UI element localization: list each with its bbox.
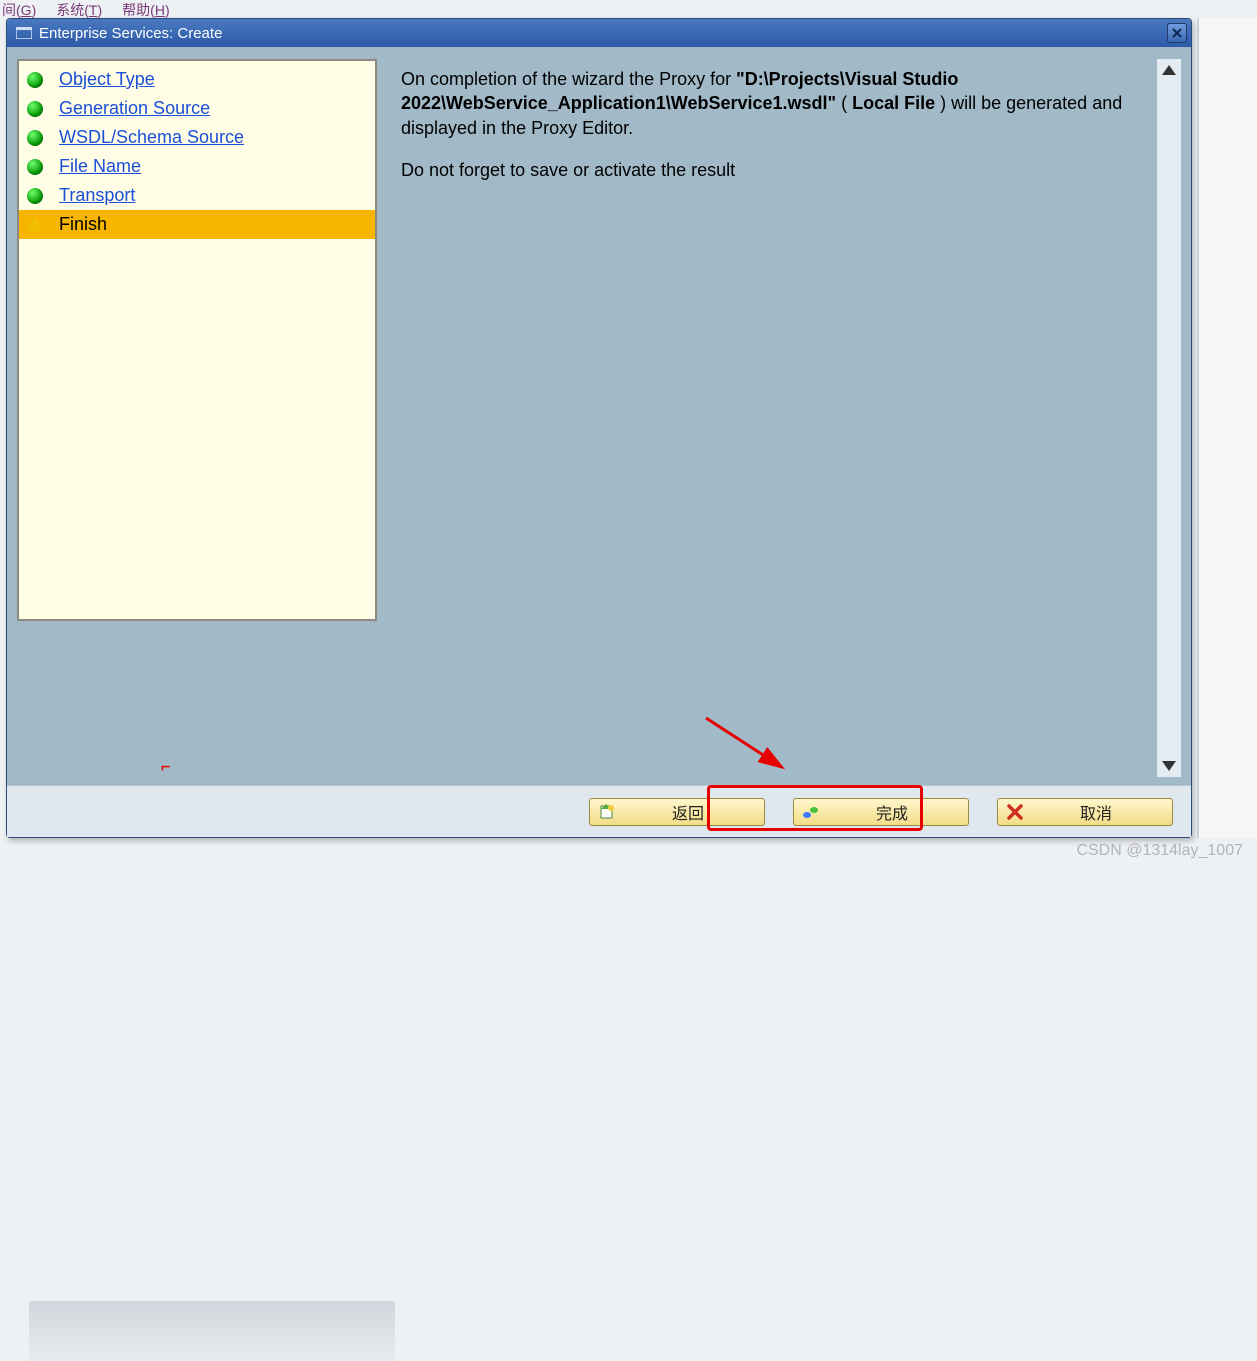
scroll-down-icon[interactable]	[1162, 761, 1176, 771]
menu-item-2[interactable]: 系统(T)	[56, 0, 102, 18]
cancel-button[interactable]: 取消	[997, 798, 1173, 826]
step-generation-source[interactable]: Generation Source	[19, 94, 375, 123]
step-link[interactable]: Generation Source	[59, 98, 210, 119]
status-warning-icon	[27, 217, 43, 231]
left-spacer: ⌐	[17, 621, 377, 777]
wizard-steps-panel: Object Type Generation Source WSDL/Schem…	[17, 59, 377, 621]
status-done-icon	[27, 130, 43, 146]
status-done-icon	[27, 72, 43, 88]
content-paragraph-1: On completion of the wizard the Proxy fo…	[401, 67, 1147, 140]
wizard-content: On completion of the wizard the Proxy fo…	[391, 59, 1157, 777]
back-icon	[598, 804, 616, 820]
step-link[interactable]: File Name	[59, 156, 141, 177]
back-button[interactable]: 返回	[589, 798, 765, 826]
menu-item-3[interactable]: 帮助(H)	[122, 0, 169, 18]
window-icon	[15, 26, 33, 40]
caret-marker: ⌐	[161, 759, 170, 777]
status-done-icon	[27, 188, 43, 204]
content-scrollbar[interactable]	[1157, 59, 1181, 777]
wizard-dialog: Enterprise Services: Create Object Type …	[6, 18, 1192, 838]
step-finish[interactable]: Finish	[19, 210, 375, 239]
step-transport[interactable]: Transport	[19, 181, 375, 210]
status-done-icon	[27, 101, 43, 117]
content-paragraph-2: Do not forget to save or activate the re…	[401, 158, 1147, 182]
close-button[interactable]	[1167, 23, 1187, 43]
finish-icon	[802, 804, 820, 820]
step-label: Finish	[59, 214, 107, 235]
button-bar: 返回 完成 取消	[7, 785, 1191, 837]
background-right-pane	[1197, 18, 1257, 838]
titlebar: Enterprise Services: Create	[7, 19, 1191, 47]
background-menu: 间(G) 系统(T) 帮助(H)	[0, 0, 1257, 18]
scroll-up-icon[interactable]	[1162, 65, 1176, 75]
step-object-type[interactable]: Object Type	[19, 65, 375, 94]
step-wsdl-schema-source[interactable]: WSDL/Schema Source	[19, 123, 375, 152]
dialog-title: Enterprise Services: Create	[39, 25, 1167, 42]
step-file-name[interactable]: File Name	[19, 152, 375, 181]
step-link[interactable]: WSDL/Schema Source	[59, 127, 244, 148]
menu-item-1[interactable]: 间(G)	[2, 0, 36, 18]
cancel-icon	[1006, 804, 1024, 820]
step-link[interactable]: Object Type	[59, 69, 155, 90]
step-link[interactable]: Transport	[59, 185, 135, 206]
finish-button[interactable]: 完成	[793, 798, 969, 826]
status-done-icon	[27, 159, 43, 175]
watermark: CSDN @1314lay_1007	[1076, 842, 1243, 860]
